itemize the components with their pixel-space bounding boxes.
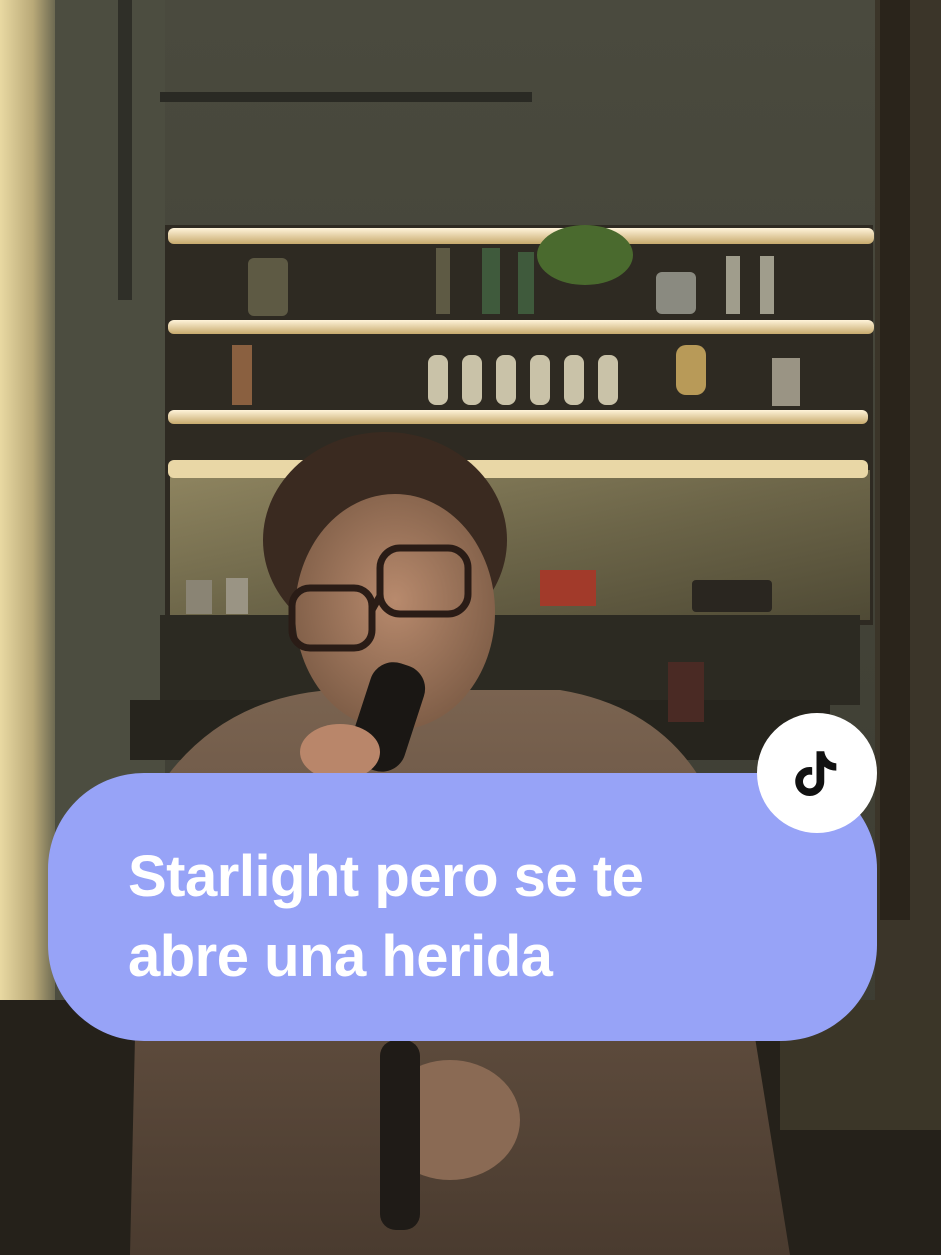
tiktok-badge — [757, 713, 877, 833]
background-photo — [0, 0, 941, 1255]
caption-line-1: Starlight pero se te — [128, 844, 644, 909]
tiktok-note-icon — [795, 751, 837, 796]
caption-card: Starlight pero se te abre una herida — [48, 773, 877, 1041]
caption-line-2: abre una herida — [128, 924, 553, 989]
caption-text: Starlight pero se te abre una herida — [128, 837, 728, 997]
video-frame — [0, 0, 941, 1255]
